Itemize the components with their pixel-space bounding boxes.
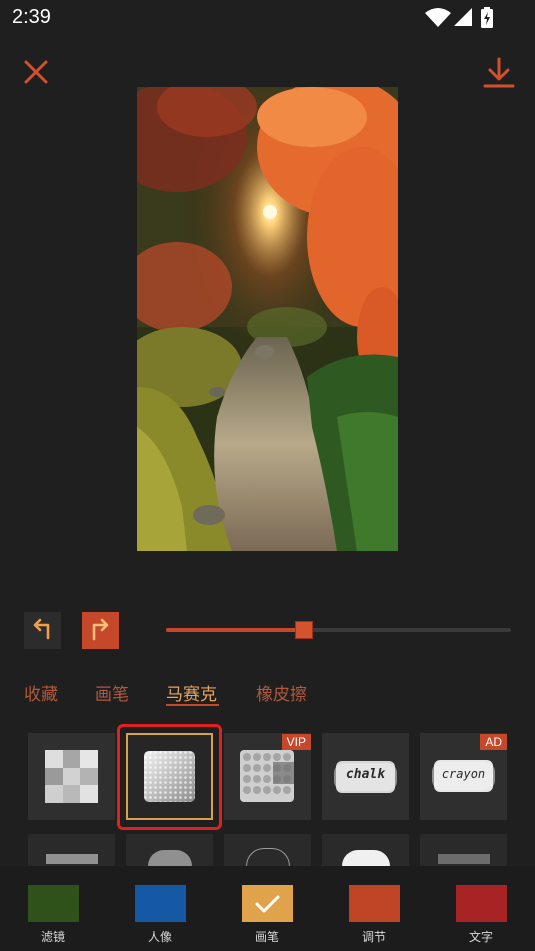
active-tab-indicator bbox=[166, 704, 219, 706]
brush-size-slider-fill bbox=[166, 628, 304, 632]
brush-row2-item[interactable] bbox=[322, 834, 409, 866]
vip-badge: VIP bbox=[281, 734, 311, 750]
chalk-label: chalk bbox=[345, 767, 386, 782]
tab-eraser[interactable]: 橡皮擦 bbox=[256, 680, 307, 705]
redo-icon bbox=[92, 618, 109, 641]
nav-brush-swatch[interactable] bbox=[242, 885, 293, 922]
brush-gradient-mosaic[interactable] bbox=[126, 733, 213, 820]
edited-photo[interactable] bbox=[137, 87, 398, 551]
undo-button[interactable] bbox=[24, 612, 61, 649]
nav-adjust-swatch[interactable] bbox=[349, 885, 400, 922]
nav-filter-swatch[interactable] bbox=[28, 885, 79, 922]
nav-brush-label[interactable]: 画笔 bbox=[237, 928, 297, 945]
nav-filter-label[interactable]: 滤镜 bbox=[23, 928, 83, 945]
tab-favorites[interactable]: 收藏 bbox=[24, 680, 58, 705]
nav-portrait-label[interactable]: 人像 bbox=[130, 928, 190, 945]
cell-signal-icon bbox=[454, 8, 472, 26]
check-icon bbox=[255, 895, 280, 913]
brush-size-slider-thumb[interactable] bbox=[295, 621, 313, 639]
nav-text-swatch[interactable] bbox=[456, 885, 507, 922]
brush-crayon[interactable]: crayon AD bbox=[420, 733, 507, 820]
close-icon[interactable] bbox=[22, 58, 50, 86]
redo-button[interactable] bbox=[82, 612, 119, 649]
nav-portrait-swatch[interactable] bbox=[135, 885, 186, 922]
brush-row2-item[interactable] bbox=[126, 834, 213, 866]
nav-text-label[interactable]: 文字 bbox=[451, 928, 511, 945]
brush-row2-item[interactable] bbox=[224, 834, 311, 866]
brush-row2-item[interactable] bbox=[420, 834, 507, 866]
brush-chalk[interactable]: chalk bbox=[322, 733, 409, 820]
pixel-mosaic-icon bbox=[45, 750, 98, 803]
wifi-icon bbox=[425, 8, 451, 27]
tab-mosaic[interactable]: 马赛克 bbox=[166, 680, 217, 705]
brush-row2-item[interactable] bbox=[28, 834, 115, 866]
status-time: 2:39 bbox=[12, 6, 51, 28]
download-icon[interactable] bbox=[482, 56, 516, 90]
crayon-label: crayon bbox=[441, 767, 486, 781]
status-bar: 2:39 bbox=[0, 0, 535, 36]
tab-brush[interactable]: 画笔 bbox=[95, 680, 129, 705]
gradient-mosaic-icon bbox=[144, 751, 195, 802]
undo-icon bbox=[33, 618, 50, 640]
ad-badge: AD bbox=[480, 734, 507, 750]
battery-charging-icon bbox=[481, 7, 493, 28]
nav-adjust-label[interactable]: 调节 bbox=[344, 928, 404, 945]
brush-pixel-mosaic[interactable] bbox=[28, 733, 115, 820]
brush-lego-mosaic[interactable]: VIP bbox=[224, 733, 311, 820]
